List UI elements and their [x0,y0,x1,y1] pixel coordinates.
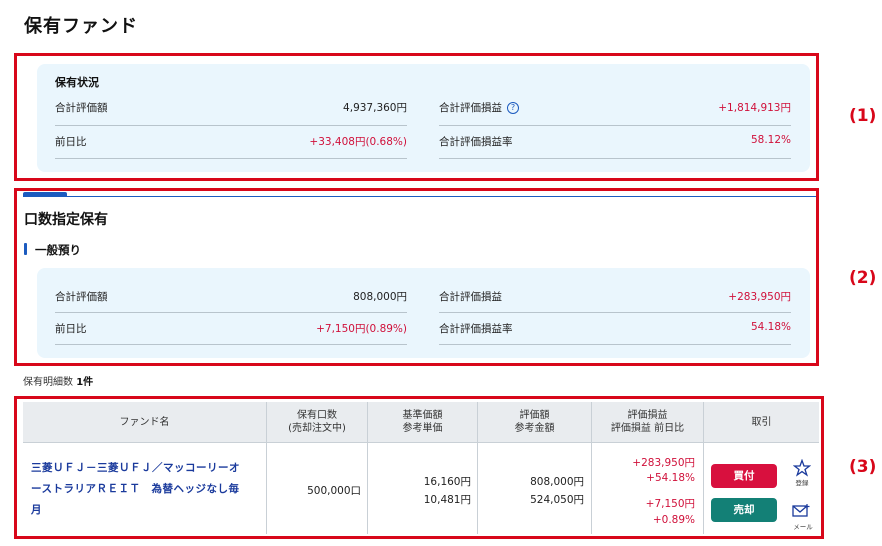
day-change-label: 前日比 [55,136,87,148]
divider [55,344,407,345]
subsection-bar [24,243,27,255]
marker-2: (2) [849,268,877,288]
page-title: 保有ファンド [24,16,138,37]
section-gain-rate-value: 54.18% [750,321,791,333]
divider [55,312,407,313]
total-valuation-value: 4,937,360円 [343,102,407,114]
divider [439,344,791,345]
divider [55,158,407,159]
divider [439,158,791,159]
divider [439,125,791,126]
section-gain-value: +283,950円 [728,291,791,303]
marker-1: (1) [849,106,877,126]
section-summary-panel: 合計評価額 808,000円 合計評価損益 +283,950円 前日比 +7,1… [37,268,810,358]
subsection-title: 一般預り [35,243,81,257]
summary-panel: 保有状況 合計評価額 4,937,360円 合計評価損益? +1,814,913… [37,64,810,172]
section-day-change-value: +7,150円(0.89%) [316,323,407,335]
day-change-value: +33,408円(0.68%) [309,136,407,148]
section-valuation-value: 808,000円 [353,291,407,303]
total-gain-value: +1,814,913円 [718,102,791,114]
summary-heading: 保有状況 [55,76,99,89]
divider [55,125,407,126]
section-title: 口数指定保有 [24,212,108,228]
divider [439,312,791,313]
help-circle-icon[interactable]: ? [507,102,519,114]
marker-3: (3) [849,457,877,477]
total-gain-label: 合計評価損益? [439,100,519,115]
section-day-change-label: 前日比 [55,323,87,335]
section-gain-rate-label: 合計評価損益率 [439,323,513,335]
holdings-count: 保有明細数 1件 [23,377,94,388]
total-gain-rate-value: 58.12% [750,134,791,146]
section-gain-label: 合計評価損益 [439,291,502,303]
section-valuation-label: 合計評価額 [55,291,108,303]
total-gain-rate-label: 合計評価損益率 [439,136,513,148]
total-valuation-label: 合計評価額 [55,102,108,114]
highlight-box-3 [14,396,824,539]
